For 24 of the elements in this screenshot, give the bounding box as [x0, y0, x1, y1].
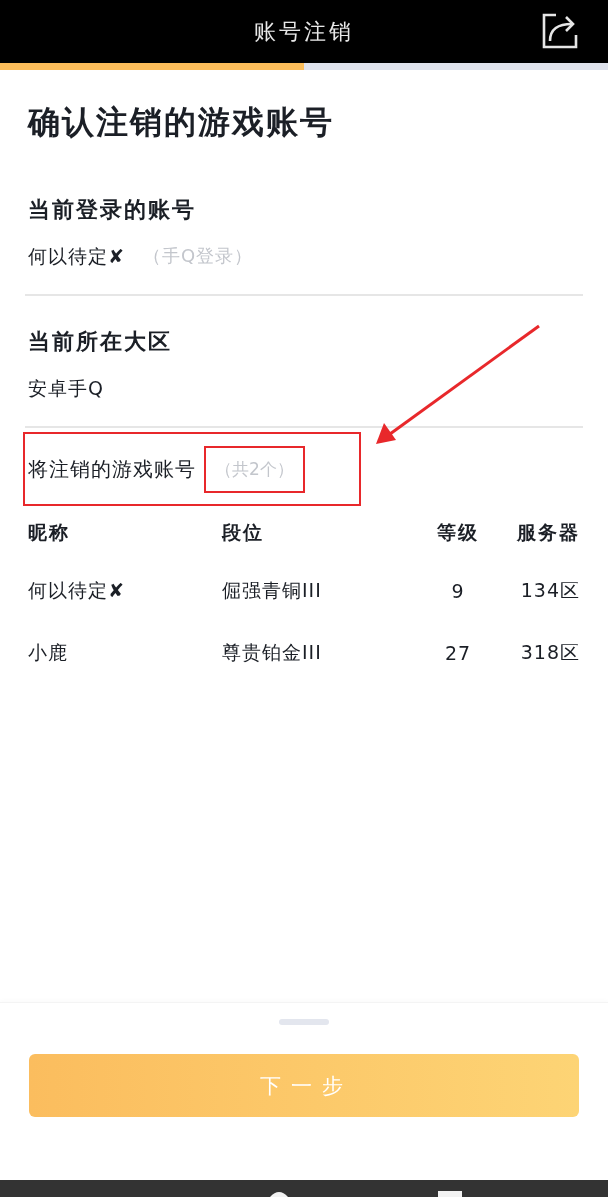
page-header-title: 账号注销 — [254, 17, 354, 46]
section-value: 安卓手Q — [28, 376, 104, 401]
column-header: 服务器 — [516, 520, 580, 545]
table-cell-text: 何以待定✘ — [28, 578, 126, 603]
account-count: （共2个） — [215, 457, 294, 481]
login-note: （手Q登录） — [142, 244, 254, 268]
table-cell-text: 尊贵铂金III — [222, 640, 323, 665]
drag-handle[interactable] — [279, 1019, 329, 1025]
section-heading: 当前登录的账号 — [27, 196, 197, 224]
column-header: 等级 — [436, 520, 480, 545]
table-cell-text: 134区 — [519, 578, 580, 603]
table-cell-text: 27 — [443, 642, 473, 664]
column-header: 段位 — [222, 520, 265, 545]
section-heading: 当前所在大区 — [27, 328, 173, 356]
section-value: 何以待定✘ — [28, 244, 125, 269]
page-title: 确认注销的游戏账号 — [26, 102, 335, 142]
share-icon[interactable] — [542, 13, 578, 49]
table-cell-text: 9 — [450, 580, 466, 602]
table-cell-text: 318区 — [519, 640, 580, 665]
next-step-button[interactable]: 下一步 — [29, 1054, 579, 1117]
accounts-label: 将注销的游戏账号 — [28, 455, 196, 483]
table-cell-text: 小鹿 — [28, 640, 69, 665]
table-cell-text: 倔强青铜III — [222, 578, 323, 603]
column-header: 昵称 — [28, 520, 71, 545]
